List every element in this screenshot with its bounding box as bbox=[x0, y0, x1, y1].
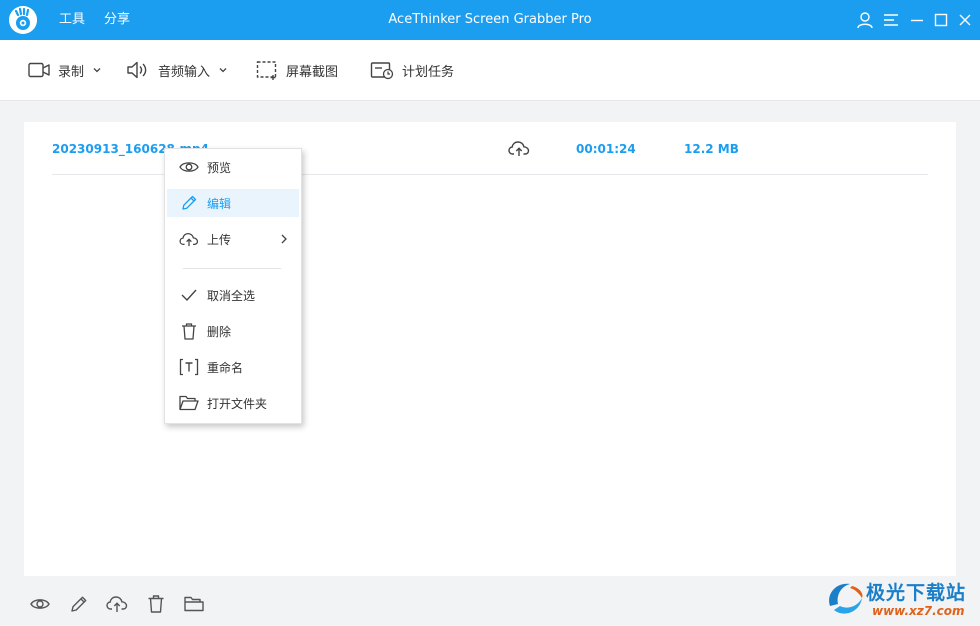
video-camera-icon bbox=[28, 62, 50, 78]
minimize-icon[interactable] bbox=[908, 11, 926, 29]
toolbar: 录制 音频输入 屏幕截图 计划任务 bbox=[0, 40, 980, 101]
app-logo-icon bbox=[9, 6, 37, 34]
schedule-task-button[interactable]: 计划任务 bbox=[370, 58, 454, 82]
close-icon[interactable] bbox=[956, 11, 974, 29]
folder-icon[interactable] bbox=[183, 593, 205, 615]
schedule-icon bbox=[370, 62, 394, 80]
menu-item-label: 上传 bbox=[207, 232, 232, 247]
menu-item-open-folder[interactable]: 打开文件夹 bbox=[167, 389, 299, 417]
menu-item-rename[interactable]: 重命名 bbox=[167, 353, 299, 381]
menu-item-label: 取消全选 bbox=[207, 288, 256, 303]
watermark-logo-icon bbox=[829, 583, 863, 614]
chevron-right-icon bbox=[281, 234, 287, 244]
edit-pencil-icon[interactable] bbox=[68, 593, 90, 615]
screenshot-icon bbox=[256, 61, 277, 80]
menu-item-edit[interactable]: 编辑 bbox=[167, 189, 299, 217]
menu-icon[interactable] bbox=[882, 11, 900, 29]
account-icon[interactable] bbox=[856, 11, 874, 29]
audio-input-button[interactable]: 音频输入 bbox=[126, 58, 236, 82]
menu-item-preview[interactable]: 预览 bbox=[167, 153, 299, 181]
upload-cloud-icon[interactable] bbox=[508, 139, 530, 161]
upload-cloud-icon[interactable] bbox=[106, 593, 128, 615]
menu-item-label: 预览 bbox=[207, 160, 232, 175]
menu-item-delete[interactable]: 删除 bbox=[167, 317, 299, 345]
watermark: 极光下载站 www.xz7.com bbox=[822, 574, 980, 626]
app-title: AceThinker Screen Grabber Pro bbox=[388, 12, 592, 27]
check-icon bbox=[179, 285, 199, 305]
eye-icon bbox=[179, 157, 199, 177]
audio-input-label: 音频输入 bbox=[158, 64, 211, 80]
chevron-down-icon[interactable] bbox=[92, 65, 102, 75]
record-button[interactable]: 录制 bbox=[28, 58, 110, 82]
menu-item-upload[interactable]: 上传 bbox=[167, 225, 299, 253]
watermark-url: www.xz7.com bbox=[872, 604, 965, 618]
menu-share[interactable]: 分享 bbox=[104, 11, 130, 29]
trash-icon bbox=[179, 321, 199, 341]
menu-item-deselect-all[interactable]: 取消全选 bbox=[167, 281, 299, 309]
chevron-down-icon[interactable] bbox=[218, 65, 228, 75]
menu-item-label: 删除 bbox=[207, 324, 232, 339]
file-size: 12.2 MB bbox=[684, 142, 739, 156]
screenshot-label: 屏幕截图 bbox=[286, 64, 339, 80]
record-label: 录制 bbox=[58, 64, 85, 80]
upload-cloud-icon bbox=[179, 229, 199, 249]
pencil-icon bbox=[179, 193, 199, 213]
context-menu: 预览 编辑 上传 取消全选 删除 重命名 打开文件夹 bbox=[164, 148, 302, 424]
menu-divider bbox=[183, 268, 281, 269]
delete-trash-icon[interactable] bbox=[145, 593, 167, 615]
title-bar: 工具 分享 AceThinker Screen Grabber Pro bbox=[0, 0, 980, 40]
menu-item-label: 打开文件夹 bbox=[207, 396, 268, 411]
text-box-icon bbox=[179, 357, 199, 377]
schedule-task-label: 计划任务 bbox=[402, 64, 455, 80]
menu-tools[interactable]: 工具 bbox=[59, 11, 85, 29]
menu-item-label: 编辑 bbox=[207, 196, 232, 211]
maximize-icon[interactable] bbox=[932, 11, 950, 29]
folder-open-icon bbox=[179, 393, 199, 413]
screenshot-button[interactable]: 屏幕截图 bbox=[256, 58, 338, 82]
preview-eye-icon[interactable] bbox=[29, 593, 51, 615]
watermark-name: 极光下载站 bbox=[866, 582, 967, 604]
file-duration: 00:01:24 bbox=[576, 142, 636, 156]
speaker-icon bbox=[127, 61, 147, 79]
menu-item-label: 重命名 bbox=[207, 360, 244, 375]
